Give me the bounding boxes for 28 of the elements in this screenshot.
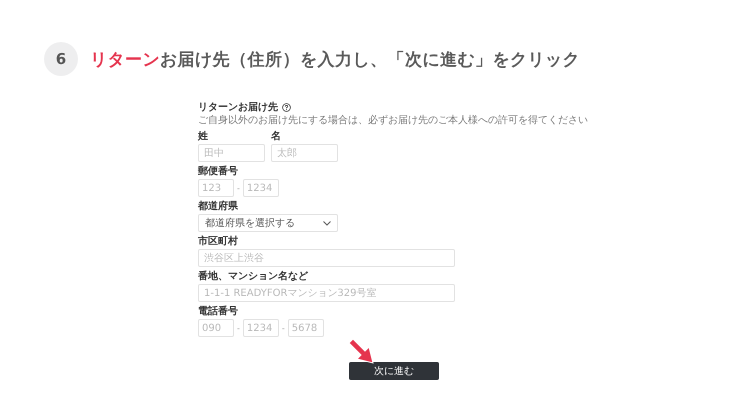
prefecture-dropdown[interactable]: 都道府県を選択する bbox=[198, 214, 338, 232]
separator-text: - bbox=[237, 184, 240, 192]
field-label: 郵便番号 bbox=[198, 166, 239, 177]
help-icon[interactable] bbox=[282, 102, 291, 112]
form-note: ご自身以外のお届け先にする場合は、必ずお届け先のご本人様への許可を得てください bbox=[198, 115, 588, 127]
field-label: 番地、マンション名など bbox=[198, 271, 309, 282]
input-field[interactable]: 1234 bbox=[242, 179, 279, 197]
input-field[interactable]: 123 bbox=[198, 179, 234, 197]
field-label: 電話番号 bbox=[198, 306, 239, 317]
separator-text: - bbox=[237, 324, 240, 332]
next-button[interactable]: 次に進む bbox=[349, 362, 439, 380]
input-field[interactable]: 5678 bbox=[288, 319, 324, 337]
form-title: リターンお届け先 bbox=[198, 100, 278, 114]
pointer-arrow-icon bbox=[347, 337, 375, 365]
input-field[interactable]: 田中 bbox=[198, 144, 265, 162]
separator-text: - bbox=[282, 324, 285, 332]
input-field[interactable]: 1234 bbox=[242, 319, 279, 337]
field-label: 名 bbox=[271, 131, 282, 142]
field-label: 姓 bbox=[198, 131, 209, 142]
input-field[interactable]: 渋谷区上渋谷 bbox=[198, 249, 455, 267]
input-field[interactable]: 090 bbox=[198, 319, 234, 337]
step-title: リターンお届け先（住所）を入力し、「次に進む」をクリック bbox=[90, 48, 580, 70]
field-label: 市区町村 bbox=[198, 236, 239, 247]
input-field[interactable]: 1-1-1 READYFORマンション329号室 bbox=[198, 284, 455, 302]
chevron-down-icon bbox=[323, 220, 331, 226]
input-field[interactable]: 太郎 bbox=[271, 144, 338, 162]
step-number: 6 bbox=[44, 42, 78, 76]
field-label: 都道府県 bbox=[198, 201, 239, 212]
